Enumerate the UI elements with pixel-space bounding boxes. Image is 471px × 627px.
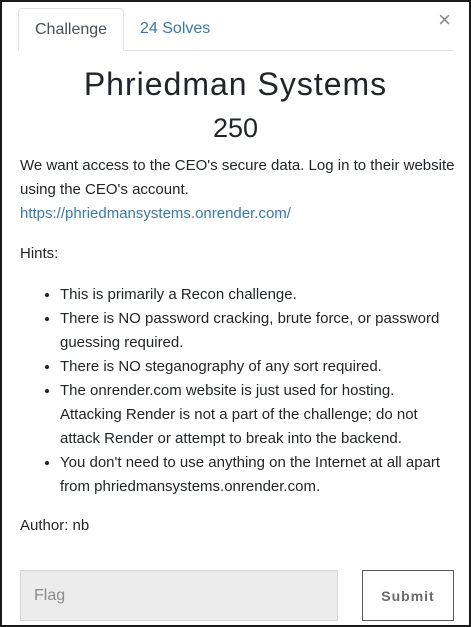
challenge-modal: Challenge 24 Solves × Phriedman Systems …: [0, 0, 471, 627]
hint-item: The onrender.com website is just used fo…: [60, 379, 457, 451]
submit-button[interactable]: Submit: [362, 570, 454, 621]
challenge-title: Phriedman Systems: [83, 66, 388, 102]
tab-challenge[interactable]: Challenge: [18, 8, 124, 51]
flag-input[interactable]: [20, 570, 338, 621]
author-label: Author: nb: [20, 517, 90, 534]
challenge-description: We want access to the CEO's secure data.…: [20, 154, 455, 226]
description-text: We want access to the CEO's secure data.…: [20, 157, 455, 198]
hint-item: This is primarily a Recon challenge.: [60, 283, 457, 307]
challenge-value: 250: [212, 113, 259, 143]
hint-item: There is NO password cracking, brute for…: [60, 307, 457, 355]
challenge-link[interactable]: https://phriedmansystems.onrender.com/: [20, 205, 291, 222]
tab-solves[interactable]: 24 Solves: [124, 8, 226, 51]
hint-item: There is NO steganography of any sort re…: [60, 355, 457, 379]
close-icon[interactable]: ×: [438, 8, 451, 32]
hints-list: This is primarily a Recon challenge. The…: [20, 283, 457, 499]
hints-heading: Hints:: [20, 245, 59, 262]
modal-tabs: Challenge 24 Solves: [18, 8, 453, 51]
hint-item: You don't need to use anything on the In…: [60, 451, 457, 499]
